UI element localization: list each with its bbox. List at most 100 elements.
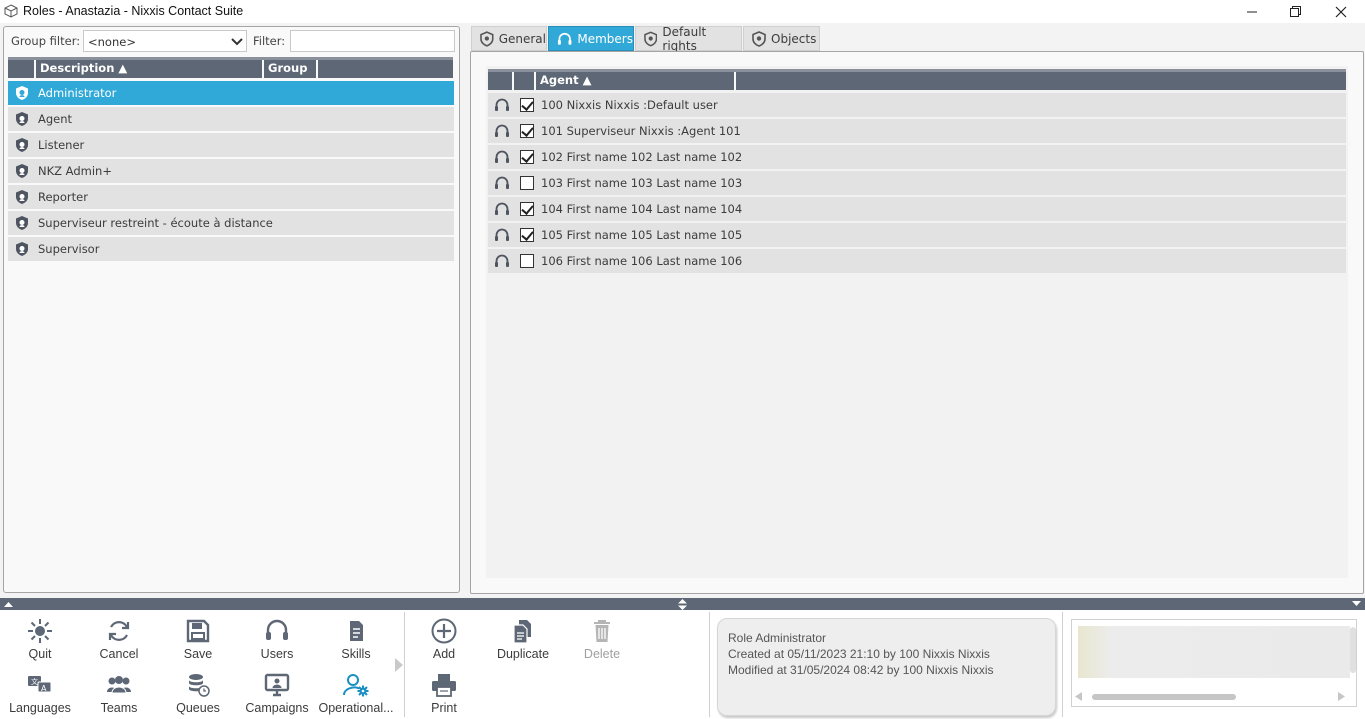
role-row[interactable]: Superviseur restreint - écoute à distanc… — [8, 211, 454, 235]
role-label: NKZ Admin+ — [38, 164, 112, 178]
role-label: Administrator — [38, 86, 117, 100]
restore-button[interactable] — [1272, 0, 1318, 23]
languages-button[interactable]: A文 Languages — [2, 672, 78, 715]
member-row[interactable]: 100 Nixxis Nixxis :Default user — [488, 93, 1346, 117]
member-checkbox[interactable] — [520, 228, 534, 242]
teams-button[interactable]: Teams — [81, 672, 157, 715]
header-icon-col — [8, 60, 36, 78]
role-row[interactable]: Supervisor — [8, 237, 454, 261]
role-label: Reporter — [38, 190, 88, 204]
queues-icon — [189, 674, 210, 697]
member-checkbox[interactable] — [520, 150, 534, 164]
filter-input[interactable] — [290, 30, 455, 52]
member-checkbox[interactable] — [520, 176, 534, 190]
info-box: Role Administrator Created at 05/11/2023… — [717, 618, 1056, 716]
chevron-down-icon — [231, 38, 243, 46]
cancel-label: Cancel — [99, 647, 139, 661]
member-row[interactable]: 102 First name 102 Last name 102 — [488, 145, 1346, 169]
shield-icon — [16, 216, 28, 230]
preview-vscroll[interactable] — [1350, 627, 1356, 673]
header-agent[interactable]: Agent ▲ — [536, 72, 736, 90]
member-row[interactable]: 101 Superviseur Nixxis :Agent 101 — [488, 119, 1346, 143]
app-cube-icon — [4, 4, 18, 18]
member-row[interactable]: 103 First name 103 Last name 103 — [488, 171, 1346, 195]
expand-right-icon[interactable] — [395, 658, 403, 672]
resize-handle-icon[interactable] — [678, 599, 687, 610]
header-group[interactable]: Group — [264, 60, 318, 78]
campaigns-button[interactable]: Campaigns — [239, 672, 315, 715]
collapse-up-icon[interactable] — [4, 601, 13, 607]
filter-label: Filter: — [253, 34, 286, 48]
campaigns-icon — [264, 673, 290, 697]
skills-button[interactable]: Skills — [318, 618, 394, 661]
skills-icon — [350, 621, 363, 641]
quit-label: Quit — [28, 647, 52, 661]
splitter-bar[interactable] — [0, 598, 1365, 610]
collapse-down-icon[interactable] — [1352, 601, 1361, 607]
shield-icon — [644, 30, 658, 47]
tab-general-label: General — [498, 31, 546, 46]
preview-image — [1078, 626, 1350, 678]
role-row[interactable]: Agent — [8, 107, 454, 131]
info-modified: Modified at 31/05/2024 08:42 by 100 Nixx… — [728, 663, 994, 677]
users-button[interactable]: Users — [239, 618, 315, 661]
preview-scrollbar-thumb[interactable] — [1092, 694, 1236, 700]
headset-icon — [495, 254, 509, 267]
print-label: Print — [431, 701, 457, 715]
member-label: 100 Nixxis Nixxis :Default user — [541, 98, 718, 112]
headset-icon — [495, 228, 509, 241]
role-label: Supervisor — [38, 242, 100, 256]
duplicate-label: Duplicate — [496, 647, 550, 661]
operational-button[interactable]: Operational... — [318, 672, 394, 715]
delete-button[interactable]: Delete — [564, 618, 640, 661]
quit-button[interactable]: Quit — [2, 618, 78, 661]
add-button[interactable]: Add — [406, 618, 482, 661]
member-label: 103 First name 103 Last name 103 — [541, 176, 743, 190]
tab-objects[interactable]: Objects — [743, 26, 820, 51]
role-row[interactable]: Administrator — [8, 81, 454, 105]
tab-default-rights[interactable]: Default rights — [635, 25, 742, 53]
members-header: Agent ▲ — [488, 69, 1346, 90]
headset-icon — [495, 124, 509, 137]
close-icon — [1335, 6, 1347, 17]
queues-label: Queues — [176, 701, 220, 715]
tab-general[interactable]: General — [471, 26, 547, 51]
scroll-left-icon[interactable] — [1075, 692, 1082, 701]
scroll-right-icon[interactable] — [1338, 692, 1345, 701]
member-checkbox[interactable] — [520, 202, 534, 216]
member-row[interactable]: 105 First name 105 Last name 105 — [488, 223, 1346, 247]
svg-text:文: 文 — [31, 677, 38, 686]
role-row[interactable]: Reporter — [8, 185, 454, 209]
member-label: 105 First name 105 Last name 105 — [541, 228, 743, 242]
save-label: Save — [183, 647, 213, 661]
header-description[interactable]: Description ▲ — [36, 60, 264, 78]
group-filter-value: <none> — [88, 35, 136, 49]
languages-icon: A文 — [28, 676, 52, 693]
shield-icon — [16, 164, 28, 178]
role-row[interactable]: Listener — [8, 133, 454, 157]
member-checkbox[interactable] — [520, 98, 534, 112]
toolbar-separator — [1062, 612, 1063, 717]
print-button[interactable]: Print — [406, 672, 482, 715]
member-label: 106 First name 106 Last name 106 — [541, 254, 743, 268]
minimize-button[interactable] — [1229, 0, 1275, 23]
duplicate-button[interactable]: Duplicate — [485, 618, 561, 661]
role-row[interactable]: NKZ Admin+ — [8, 159, 454, 183]
tab-members[interactable]: Members — [548, 26, 634, 51]
member-row[interactable]: 104 First name 104 Last name 104 — [488, 197, 1346, 221]
member-checkbox[interactable] — [520, 254, 534, 268]
group-filter-combo[interactable]: <none> — [83, 30, 247, 52]
quit-icon — [28, 619, 52, 643]
cancel-button[interactable]: Cancel — [81, 618, 157, 661]
close-button[interactable] — [1318, 0, 1364, 23]
member-checkbox[interactable] — [520, 124, 534, 138]
teams-label: Teams — [100, 701, 138, 715]
save-button[interactable]: Save — [160, 618, 236, 661]
headset-icon — [495, 150, 509, 163]
print-icon — [432, 674, 456, 697]
queues-button[interactable]: Queues — [160, 672, 236, 715]
skills-label: Skills — [341, 647, 371, 661]
roles-header: Description ▲ Group — [8, 57, 453, 78]
member-row[interactable]: 106 First name 106 Last name 106 — [488, 249, 1346, 273]
toolbar-separator — [404, 612, 405, 717]
